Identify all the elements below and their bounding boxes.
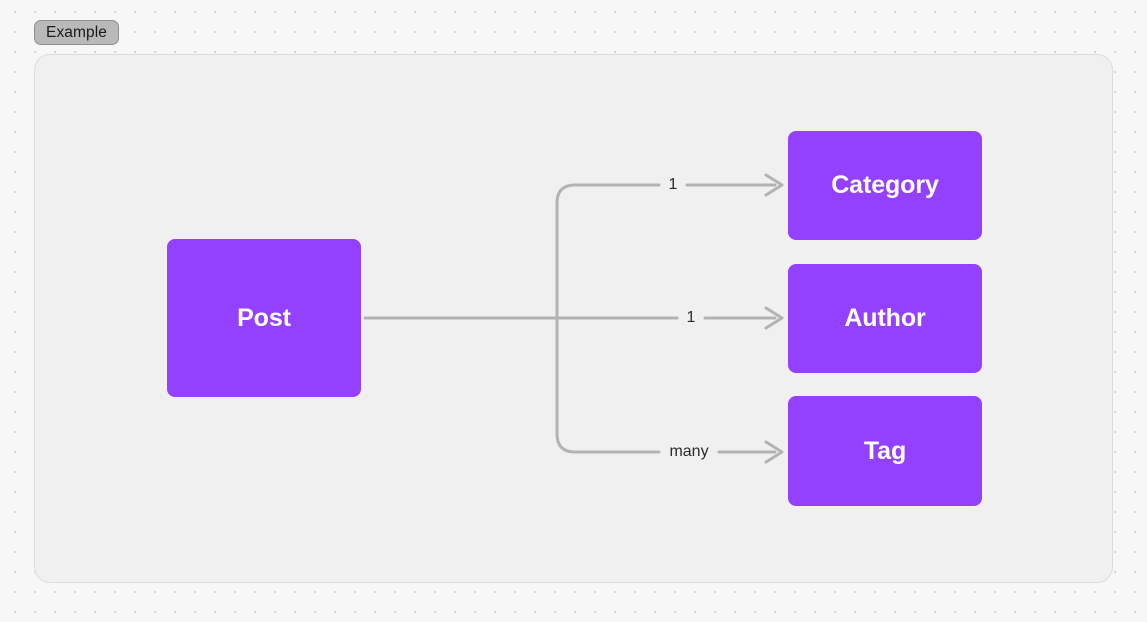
node-post-label: Post [237, 303, 291, 332]
edge-label-post-tag: many [669, 443, 709, 460]
group-label-text: Example [46, 23, 108, 41]
diagram-canvas[interactable]: Example 1 1 many Post Category Author Ta… [0, 0, 1147, 622]
node-author-label: Author [844, 304, 926, 332]
node-post[interactable]: Post [167, 239, 361, 397]
node-tag-label: Tag [863, 436, 907, 465]
node-category-label: Category [831, 171, 939, 199]
group-label[interactable]: Example [34, 20, 120, 45]
node-tag[interactable]: Tag [788, 396, 982, 506]
edge-label-post-author: 1 [686, 309, 696, 326]
node-category[interactable]: Category [788, 131, 982, 240]
edge-label-post-category: 1 [668, 176, 678, 193]
node-author[interactable]: Author [788, 264, 982, 373]
